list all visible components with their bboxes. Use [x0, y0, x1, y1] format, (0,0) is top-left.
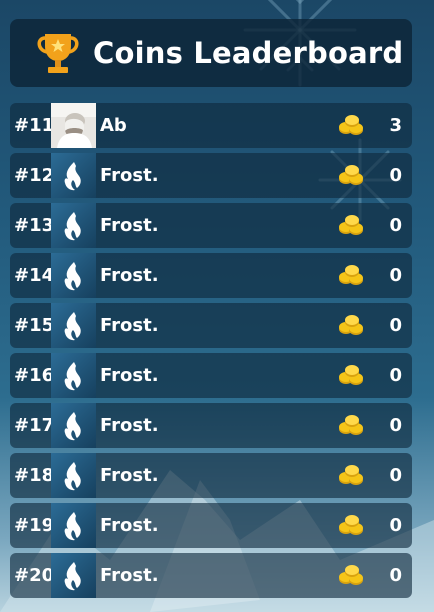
coin-count: 0: [389, 465, 402, 486]
coin-icon: [338, 514, 366, 536]
coin-count: 0: [389, 365, 402, 386]
rank-label: #12: [14, 165, 55, 186]
player-name: Frost.: [100, 365, 159, 386]
rank-label: #20: [14, 565, 55, 586]
frost-flame-icon: [51, 553, 96, 598]
player-name: Frost.: [100, 465, 159, 486]
coin-count: 0: [389, 215, 402, 236]
coin-count: 0: [389, 565, 402, 586]
rank-label: #16: [14, 365, 55, 386]
rank-label: #19: [14, 515, 55, 536]
frost-flame-icon: [51, 303, 96, 348]
player-name: Frost.: [100, 565, 159, 586]
coin-count: 3: [389, 115, 402, 136]
rank-label: #13: [14, 215, 55, 236]
frost-flame-icon: [51, 203, 96, 248]
coin-icon: [338, 414, 366, 436]
leaderboard-row: #11 Ab 3: [10, 103, 412, 148]
player-name: Frost.: [100, 515, 159, 536]
page-title: Coins Leaderboard: [93, 36, 404, 70]
frost-flame-icon: [51, 453, 96, 498]
coin-icon: [338, 264, 366, 286]
leaderboard-header: Coins Leaderboard: [10, 19, 412, 87]
leaderboard-row: #14 Frost. 0: [10, 253, 412, 298]
leaderboard-row: #16 Frost. 0: [10, 353, 412, 398]
coin-icon: [338, 164, 366, 186]
coin-count: 0: [389, 265, 402, 286]
player-name: Ab: [100, 115, 127, 136]
frost-flame-icon: [51, 153, 96, 198]
coin-count: 0: [389, 165, 402, 186]
rank-label: #17: [14, 415, 55, 436]
leaderboard-row: #13 Frost. 0: [10, 203, 412, 248]
frost-flame-icon: [51, 403, 96, 448]
player-name: Frost.: [100, 415, 159, 436]
player-name: Frost.: [100, 165, 159, 186]
coin-icon: [338, 314, 366, 336]
coin-count: 0: [389, 415, 402, 436]
leaderboard-row: #20 Frost. 0: [10, 553, 412, 598]
player-name: Frost.: [100, 265, 159, 286]
leaderboard-row: #19 Frost. 0: [10, 503, 412, 548]
coin-icon: [338, 464, 366, 486]
coin-count: 0: [389, 315, 402, 336]
player-name: Frost.: [100, 215, 159, 236]
avatar: [51, 103, 96, 148]
rank-label: #15: [14, 315, 55, 336]
leaderboard-row: #17 Frost. 0: [10, 403, 412, 448]
frost-flame-icon: [51, 353, 96, 398]
frost-flame-icon: [51, 503, 96, 548]
leaderboard-row: #15 Frost. 0: [10, 303, 412, 348]
coin-icon: [338, 364, 366, 386]
leaderboard-row: #12 Frost. 0: [10, 153, 412, 198]
coin-count: 0: [389, 515, 402, 536]
frost-flame-icon: [51, 253, 96, 298]
rank-label: #11: [14, 115, 55, 136]
rank-label: #14: [14, 265, 55, 286]
leaderboard-row: #18 Frost. 0: [10, 453, 412, 498]
coin-icon: [338, 564, 366, 586]
coin-icon: [338, 214, 366, 236]
trophy-icon: [37, 34, 79, 73]
rank-label: #18: [14, 465, 55, 486]
player-name: Frost.: [100, 315, 159, 336]
coin-icon: [338, 114, 366, 136]
